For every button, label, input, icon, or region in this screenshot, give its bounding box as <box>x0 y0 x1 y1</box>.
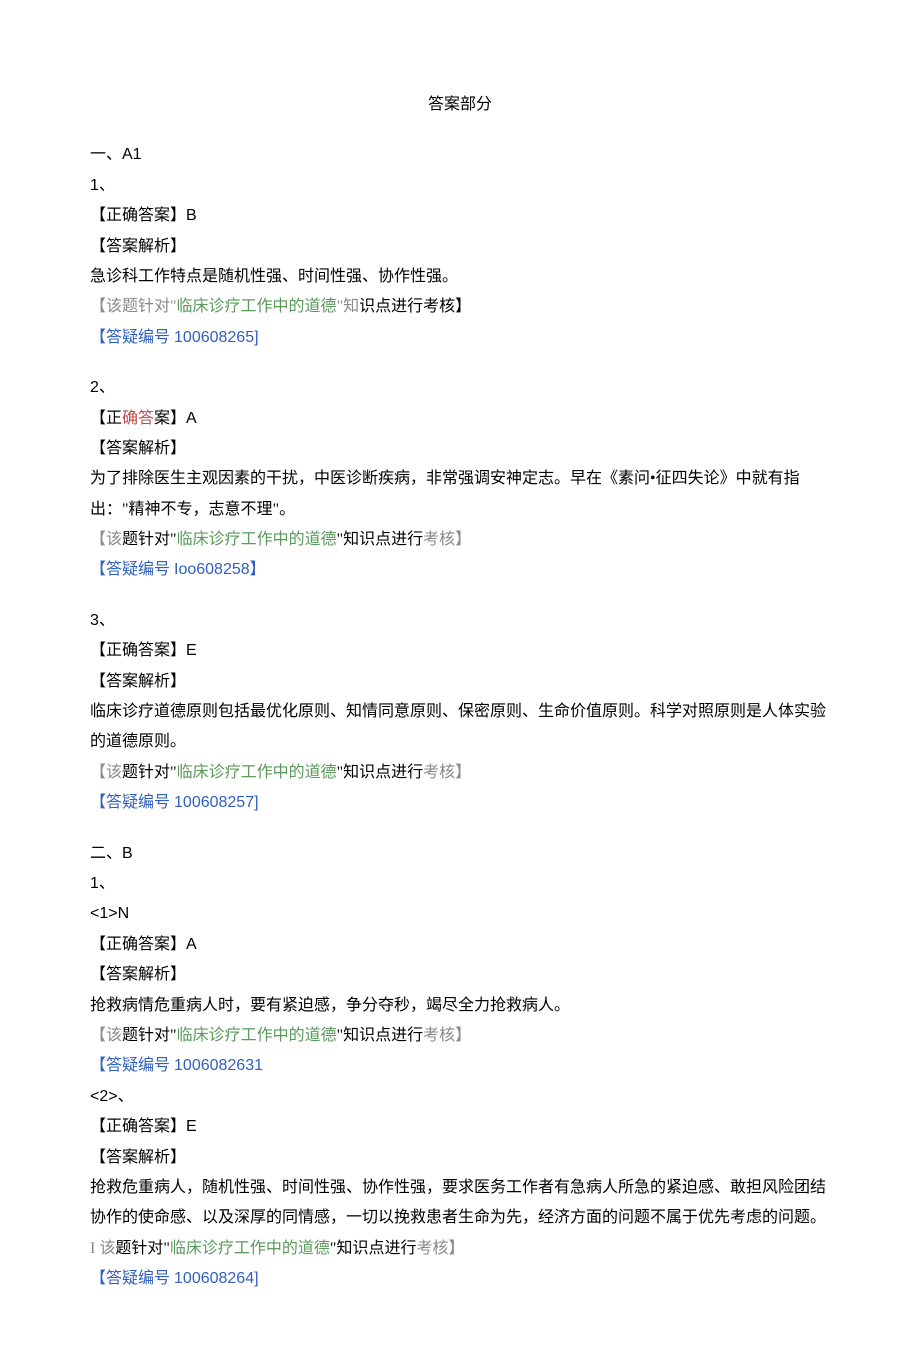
b-q1-sub2-num: <2>、 <box>90 1082 830 1112</box>
analysis-label: 【答案解析】 <box>90 1143 830 1173</box>
b-q1-sub1-analysis: 抢救病情危重病人时，要有紧迫感，争分夺秒，竭尽全力抢救病人。 <box>90 991 830 1021</box>
correct-label: 【正确答案】 <box>90 1118 186 1135</box>
correct-label: 【正确答案】 <box>90 642 186 659</box>
b-q1-sub1-qid: 【答疑编号 1006082631 <box>90 1051 830 1081</box>
a1-q2-answer-line: 【正确答案】A <box>90 404 830 434</box>
a1-q2-qid: 【答疑编号 Ioo608258】 <box>90 555 830 585</box>
a1-q1-answer-line: 【正确答案】B <box>90 201 830 231</box>
a1-q2-answer: A <box>186 410 197 427</box>
b-q1-sub1-source: 【该题针对"临床诊疗工作中的道德"知识点进行考核】 <box>90 1021 830 1051</box>
analysis-label: 【答案解析】 <box>90 667 830 697</box>
b-q1-sub2-analysis: 抢救危重病人，随机性强、时间性强、协作性强，要求医务工作者有急病人所急的紧迫感、… <box>90 1173 830 1234</box>
a1-q2-analysis: 为了排除医生主观因素的干扰，中医诊断疾病，非常强调安神定志。早在《素问•征四失论… <box>90 464 830 525</box>
b-q1-sub1: <1>N 【正确答案】A 【答案解析】 抢救病情危重病人时，要有紧迫感，争分夺秒… <box>90 899 830 1081</box>
a1-q2-source: 【该题针对"临床诊疗工作中的道德"知识点进行考核】 <box>90 525 830 555</box>
b-q1-sub1-num: <1>N <box>90 899 830 929</box>
a1-q3: 3、 【正确答案】E 【答案解析】 临床诊疗道德原则包括最优化原则、知情同意原则… <box>90 606 830 819</box>
a1-q1: 1、 【正确答案】B 【答案解析】 急诊科工作特点是随机性强、时间性强、协作性强… <box>90 171 830 353</box>
section-a1-heading: 一、A1 <box>90 140 830 170</box>
b-q1-sub1-answer-line: 【正确答案】A <box>90 930 830 960</box>
a1-q1-answer: B <box>186 207 197 224</box>
a1-q3-source: 【该题针对"临床诊疗工作中的道德"知识点进行考核】 <box>90 758 830 788</box>
page: 答案部分 一、A1 1、 【正确答案】B 【答案解析】 急诊科工作特点是随机性强… <box>0 0 920 1354</box>
a1-q3-answer-line: 【正确答案】E <box>90 636 830 666</box>
b-q1-sub2-answer: E <box>186 1118 197 1135</box>
a1-q1-qid: 【答疑编号 100608265] <box>90 323 830 353</box>
a1-q1-source: 【该题针对"临床诊疗工作中的道德"知识点进行考核】 <box>90 292 830 322</box>
b-q1-sub2-source: I 该题针对"临床诊疗工作中的道德"知识点进行考核】 <box>90 1234 830 1264</box>
a1-q3-analysis: 临床诊疗道德原则包括最优化原则、知情同意原则、保密原则、生命价值原则。科学对照原… <box>90 697 830 758</box>
a1-q1-analysis: 急诊科工作特点是随机性强、时间性强、协作性强。 <box>90 262 830 292</box>
correct-label: 【正确答案】 <box>90 936 186 953</box>
a1-q3-qid: 【答疑编号 100608257] <box>90 788 830 818</box>
a1-q2: 2、 【正确答案】A 【答案解析】 为了排除医生主观因素的干扰，中医诊断疾病，非… <box>90 373 830 586</box>
analysis-label: 【答案解析】 <box>90 434 830 464</box>
a1-q2-num: 2、 <box>90 373 830 403</box>
section-b-heading: 二、B <box>90 839 830 869</box>
analysis-label: 【答案解析】 <box>90 960 830 990</box>
b-q1-sub2: <2>、 【正确答案】E 【答案解析】 抢救危重病人，随机性强、时间性强、协作性… <box>90 1082 830 1295</box>
a1-q1-num: 1、 <box>90 171 830 201</box>
b-q1-sub2-qid: 【答疑编号 100608264] <box>90 1264 830 1294</box>
page-title: 答案部分 <box>90 90 830 120</box>
b-q1-sub2-answer-line: 【正确答案】E <box>90 1112 830 1142</box>
a1-q3-num: 3、 <box>90 606 830 636</box>
b-q1-num: 1、 <box>90 869 830 899</box>
analysis-label: 【答案解析】 <box>90 232 830 262</box>
a1-q3-answer: E <box>186 642 197 659</box>
b-q1-sub1-answer: A <box>186 936 197 953</box>
correct-label: 【正确答案】 <box>90 207 186 224</box>
